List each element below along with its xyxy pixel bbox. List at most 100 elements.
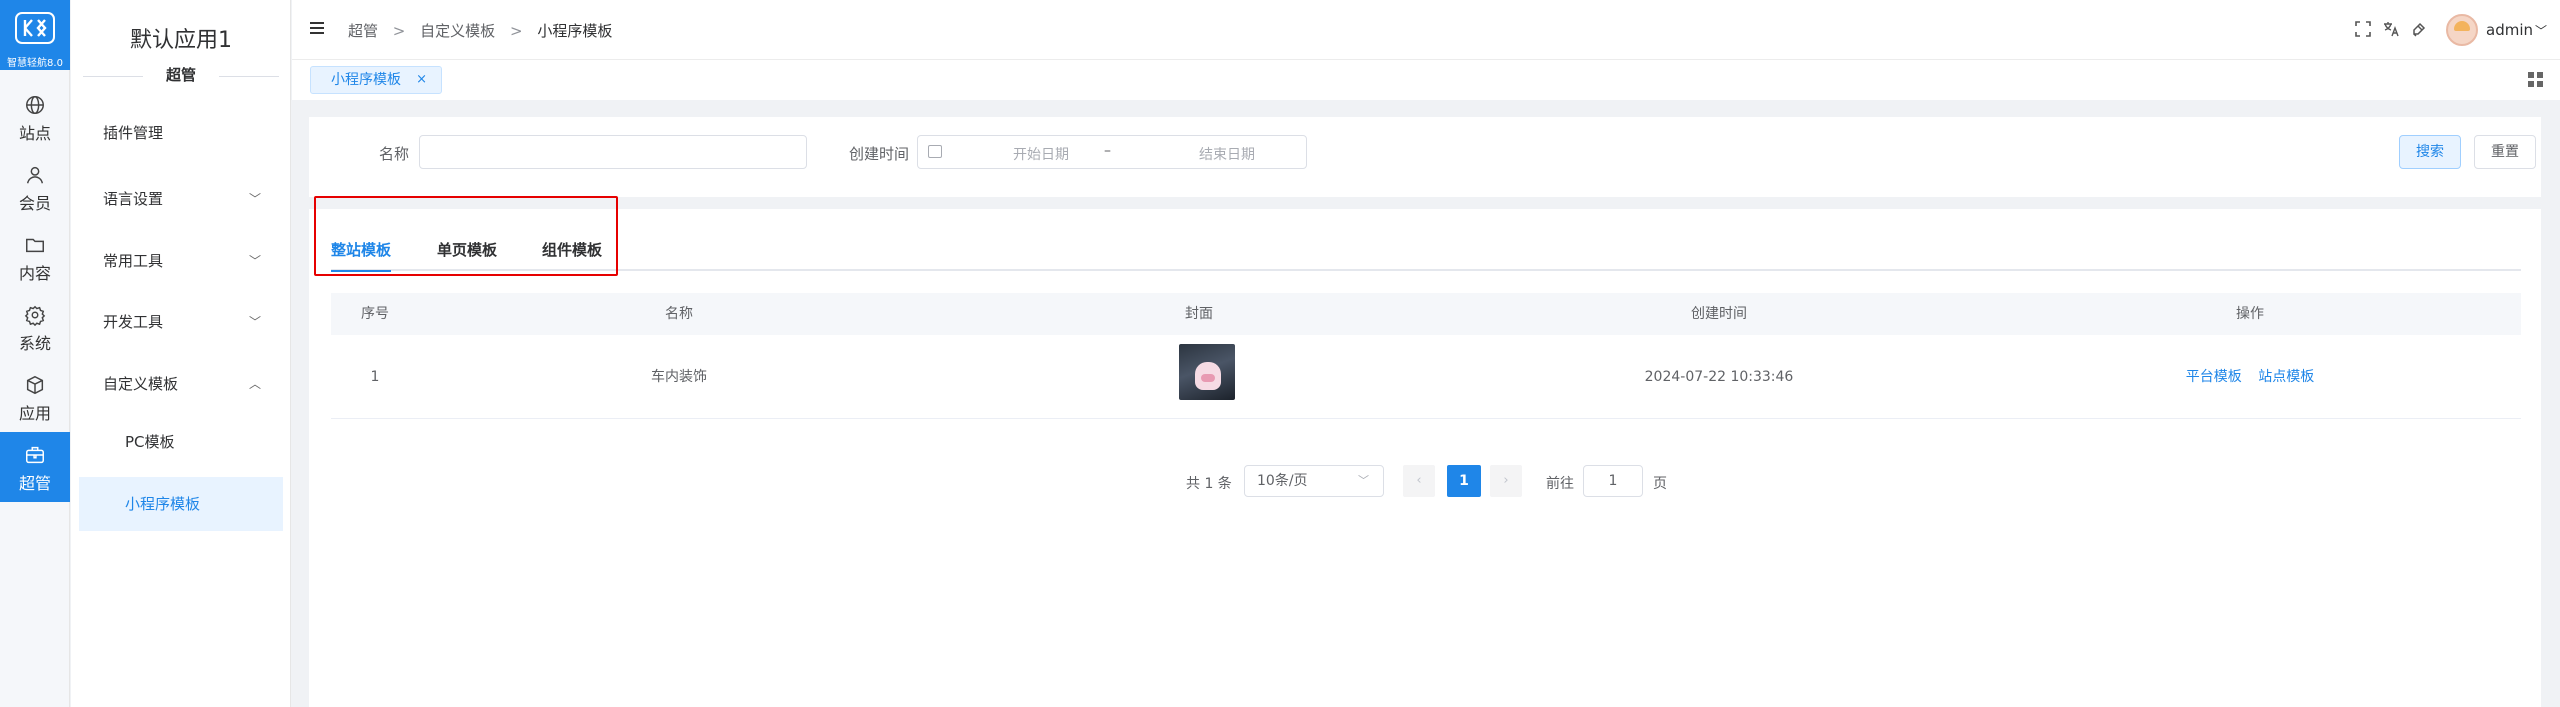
column-header: 名称 (665, 306, 693, 322)
template-table: 序号 名称 封面 创建时间 操作 1 车内装饰 2024-07-22 10:33… (331, 293, 2521, 419)
page-size-select[interactable]: 10条/页 ﹀ (1244, 465, 1384, 497)
menu-item-label: 小程序模板 (125, 495, 201, 513)
column-header: 序号 (361, 306, 389, 322)
chevron-down-icon: ﹀ (248, 254, 261, 268)
brand-version: 智慧轻航8.0 (7, 58, 63, 69)
rail-item-site[interactable]: 站点 (0, 82, 70, 152)
name-input[interactable] (419, 135, 807, 169)
end-date-input[interactable]: 结束日期 (1172, 144, 1282, 164)
sub-menu: 默认应用1 超管 插件管理 语言设置 ﹀ 常用工具 ﹀ 开发工具 ﹀ 自定义模板… (71, 0, 291, 707)
menu-item-label: PC模板 (125, 433, 175, 451)
brand-logo[interactable]: 智慧轻航8.0 (0, 0, 70, 70)
translate-icon[interactable] (2382, 20, 2400, 38)
menu-item-label: 开发工具 (103, 313, 164, 331)
briefcase-icon (26, 446, 44, 464)
date-range-picker[interactable]: 开始日期 – 结束日期 (917, 135, 1307, 169)
top-header: 超管 > 自定义模板 > 小程序模板 admin ﹀ (292, 0, 2560, 60)
menu-item-plugins[interactable]: 插件管理 (79, 106, 283, 160)
menu-item-tools[interactable]: 常用工具 ﹀ (79, 234, 283, 288)
globe-icon (26, 96, 44, 114)
rail-item-label: 内容 (18, 264, 51, 283)
row-created-time: 2024-07-22 10:33:46 (1644, 369, 1794, 385)
chevron-up-icon: ︿ (248, 377, 261, 391)
rail-item-label: 应用 (18, 404, 51, 423)
created-time-label: 创建时间 (849, 145, 910, 163)
calendar-icon (928, 145, 942, 158)
name-label: 名称 (379, 145, 410, 163)
menu-item-label: 常用工具 (103, 252, 164, 270)
avatar[interactable] (2446, 14, 2478, 46)
menu-item-label: 语言设置 (103, 190, 164, 208)
chevron-down-icon: ﹀ (248, 315, 261, 329)
rail-item-label: 会员 (18, 194, 51, 213)
breadcrumb-item[interactable]: 超管 (348, 22, 378, 40)
user-icon (26, 166, 44, 184)
close-icon[interactable]: × (416, 67, 427, 93)
column-header: 操作 (2236, 306, 2264, 322)
highlight-box (314, 196, 618, 276)
menu-item-custom-templates[interactable]: 自定义模板 ︿ (79, 357, 283, 411)
pagination: 共 1 条 10条/页 ﹀ ‹ 1 › 前往 1 页 (309, 465, 2541, 499)
row-actions: 平台模板 站点模板 (1979, 335, 2521, 419)
cover-image[interactable] (1179, 344, 1235, 400)
rail-item-system[interactable]: 系统 (0, 292, 70, 362)
breadcrumb-separator: > (392, 22, 406, 40)
breadcrumb-current: 小程序模板 (537, 22, 613, 40)
page-tab-label: 小程序模板 (331, 72, 401, 88)
reset-button[interactable]: 重置 (2474, 135, 2536, 169)
icon-rail: 智慧轻航8.0 站点 会员 内容 系统 应用 超管 (0, 0, 70, 707)
rail-item-apps[interactable]: 应用 (0, 362, 70, 432)
rail-item-label: 站点 (18, 124, 51, 143)
page-suffix: 页 (1653, 476, 1667, 492)
row-index: 1 (370, 369, 380, 385)
table-header: 序号 名称 封面 创建时间 操作 (331, 293, 2521, 335)
start-date-input[interactable]: 开始日期 (986, 144, 1096, 164)
page-tab-miniprogram[interactable]: 小程序模板 × (310, 66, 442, 94)
menu-item-devtools[interactable]: 开发工具 ﹀ (79, 295, 283, 349)
gear-icon (24, 305, 46, 326)
breadcrumb-separator: > (509, 22, 523, 40)
chevron-down-icon: ﹀ (2535, 24, 2548, 38)
clear-cache-icon[interactable] (2410, 20, 2428, 38)
goto-label: 前往 (1546, 476, 1574, 492)
username: admin (2486, 21, 2533, 39)
fullscreen-icon[interactable] (2354, 20, 2372, 38)
cube-icon (26, 375, 44, 395)
page-number-current[interactable]: 1 (1447, 465, 1481, 497)
site-template-link[interactable]: 站点模板 (2258, 369, 2314, 385)
goto-page-input[interactable]: 1 (1583, 465, 1643, 497)
rail-item-superadmin[interactable]: 超管 (0, 432, 70, 502)
grid-icon[interactable] (2528, 72, 2544, 88)
menu-item-label: 自定义模板 (103, 375, 179, 393)
folder-icon (26, 238, 44, 253)
rail-item-content[interactable]: 内容 (0, 222, 70, 292)
template-list-card: 整站模板 单页模板 组件模板 序号 名称 封面 创建时间 操作 1 车内装饰 2… (309, 196, 2541, 707)
search-form: 名称 创建时间 开始日期 – 结束日期 搜索 重置 (309, 117, 2541, 197)
menu-item-miniprogram-templates[interactable]: 小程序模板 (79, 477, 283, 531)
pagination-total: 共 1 条 (1186, 476, 1232, 492)
prev-page-button[interactable]: ‹ (1403, 465, 1435, 497)
platform-template-link[interactable]: 平台模板 (2186, 369, 2242, 385)
rail-item-label: 超管 (18, 474, 51, 493)
rail-item-member[interactable]: 会员 (0, 152, 70, 222)
logo-icon (15, 12, 55, 44)
menu-item-language[interactable]: 语言设置 ﹀ (79, 172, 283, 226)
page-tabs-bar: 小程序模板 × (292, 60, 2560, 100)
chevron-down-icon: ﹀ (248, 192, 261, 206)
rail-item-label: 系统 (18, 334, 51, 353)
date-range-separator: – (1104, 143, 1111, 159)
search-button[interactable]: 搜索 (2399, 135, 2461, 169)
column-header: 封面 (1185, 306, 1213, 322)
table-row: 1 车内装饰 2024-07-22 10:33:46 平台模板 站点模板 (331, 335, 2521, 419)
menu-item-label: 插件管理 (103, 124, 164, 142)
next-page-button[interactable]: › (1490, 465, 1522, 497)
breadcrumb-item[interactable]: 自定义模板 (420, 22, 495, 40)
template-type-tabs: 整站模板 单页模板 组件模板 (331, 229, 2521, 272)
menu-item-pc-templates[interactable]: PC模板 (79, 415, 283, 469)
page-size-value: 10条/页 (1257, 473, 1308, 489)
user-menu[interactable]: admin ﹀ (2486, 21, 2547, 39)
chevron-down-icon: ﹀ (1358, 474, 1369, 487)
menu-toggle-icon[interactable] (310, 22, 324, 34)
column-header: 创建时间 (1691, 306, 1747, 322)
breadcrumb: 超管 > 自定义模板 > 小程序模板 (348, 20, 612, 41)
